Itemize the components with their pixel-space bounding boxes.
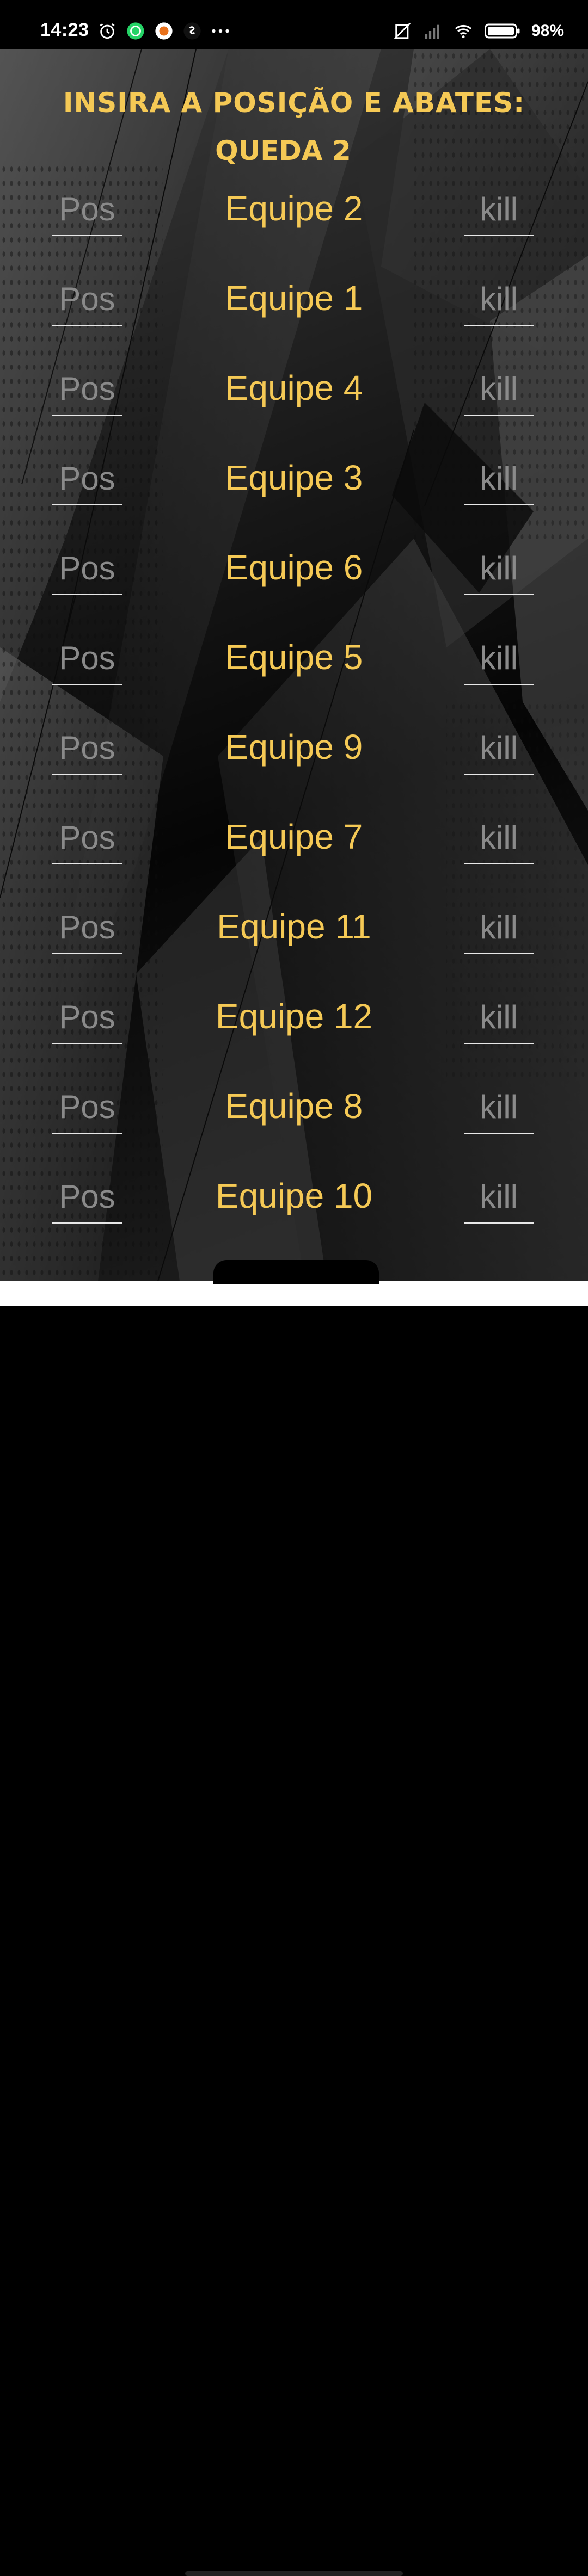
team-row: Equipe 6 xyxy=(0,538,588,627)
team-name: Equipe 1 xyxy=(225,279,363,318)
position-input[interactable] xyxy=(52,362,122,416)
team-row: Equipe 9 xyxy=(0,717,588,807)
page-subtitle: QUEDA 2 xyxy=(215,135,351,166)
shazam-icon xyxy=(182,21,203,41)
team-name: Equipe 6 xyxy=(225,548,363,587)
team-row: Equipe 1 xyxy=(0,268,588,358)
bottom-handle-button[interactable] xyxy=(213,1260,379,1284)
team-name: Equipe 9 xyxy=(225,727,363,767)
team-name: Equipe 12 xyxy=(215,997,373,1036)
battery-percentage: 98% xyxy=(531,22,564,40)
kills-input[interactable] xyxy=(464,721,534,775)
navigation-bar xyxy=(0,1281,588,2576)
team-row: Equipe 3 xyxy=(0,448,588,538)
team-row: Equipe 2 xyxy=(0,178,588,268)
kills-input[interactable] xyxy=(464,632,534,685)
team-name: Equipe 4 xyxy=(225,368,363,407)
team-name: Equipe 10 xyxy=(215,1176,373,1215)
team-row: Equipe 5 xyxy=(0,627,588,717)
position-input[interactable] xyxy=(52,183,122,236)
team-row: Equipe 12 xyxy=(0,986,588,1076)
battery-icon xyxy=(483,21,522,41)
kills-input[interactable] xyxy=(464,362,534,416)
team-name: Equipe 3 xyxy=(225,458,363,497)
kills-input[interactable] xyxy=(464,1080,534,1134)
notification-icons xyxy=(97,21,231,41)
signal-icon xyxy=(422,21,443,41)
team-list: Equipe 2 Equipe 1 Equipe 4 Equipe 3 Equi… xyxy=(0,178,588,1256)
team-row: Equipe 11 xyxy=(0,897,588,986)
team-row: Equipe 4 xyxy=(0,358,588,448)
kills-input[interactable] xyxy=(464,811,534,864)
system-icons: 98% xyxy=(392,21,564,41)
team-row: Equipe 10 xyxy=(0,1166,588,1256)
position-input[interactable] xyxy=(52,452,122,505)
team-name: Equipe 8 xyxy=(225,1086,363,1126)
team-row: Equipe 8 xyxy=(0,1076,588,1166)
no-sim-icon xyxy=(392,21,413,41)
position-input[interactable] xyxy=(52,632,122,685)
kills-input[interactable] xyxy=(464,183,534,236)
kills-input[interactable] xyxy=(464,452,534,505)
team-name: Equipe 2 xyxy=(225,189,363,228)
position-input[interactable] xyxy=(52,1170,122,1224)
position-input[interactable] xyxy=(52,542,122,595)
kills-input[interactable] xyxy=(464,542,534,595)
home-gesture-pill[interactable] xyxy=(185,2571,403,2576)
position-input[interactable] xyxy=(52,811,122,864)
kills-input[interactable] xyxy=(464,991,534,1044)
page-title: INSIRA A POSIÇÃO E ABATES: xyxy=(63,87,525,119)
more-dots-icon xyxy=(210,21,231,41)
app-notification-icon xyxy=(154,21,174,41)
team-name: Equipe 11 xyxy=(217,907,371,946)
whatsapp-icon xyxy=(125,21,146,41)
team-row: Equipe 7 xyxy=(0,807,588,897)
position-input[interactable] xyxy=(52,721,122,775)
alarm-icon xyxy=(97,21,118,41)
wifi-icon xyxy=(453,21,474,41)
status-time: 14:23 xyxy=(40,20,89,40)
team-name: Equipe 5 xyxy=(225,638,363,677)
kills-input[interactable] xyxy=(464,1170,534,1224)
status-bar: 14:23 98% xyxy=(0,0,588,49)
kills-input[interactable] xyxy=(464,273,534,326)
position-input[interactable] xyxy=(52,991,122,1044)
position-input[interactable] xyxy=(52,1080,122,1134)
position-input[interactable] xyxy=(52,901,122,954)
kills-input[interactable] xyxy=(464,901,534,954)
team-name: Equipe 7 xyxy=(225,817,363,856)
position-input[interactable] xyxy=(52,273,122,326)
